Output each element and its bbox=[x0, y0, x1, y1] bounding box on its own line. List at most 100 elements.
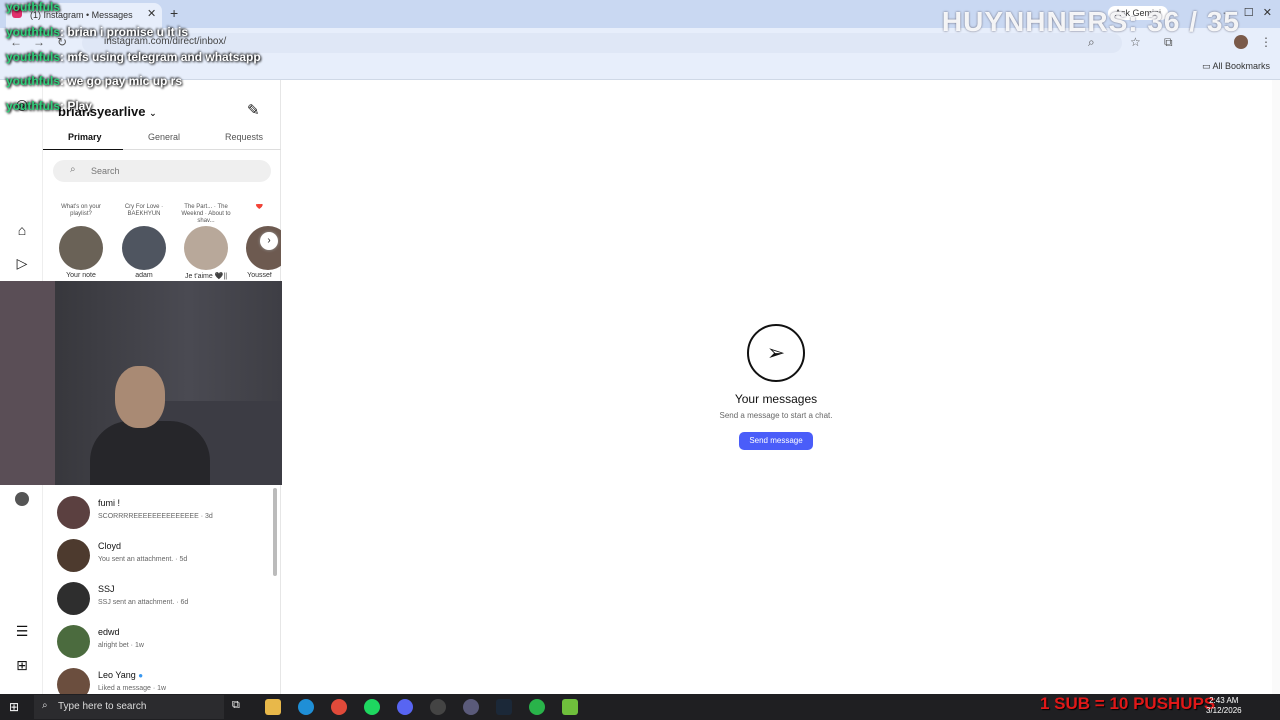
avatar bbox=[122, 226, 166, 270]
search-input[interactable]: Search bbox=[53, 160, 271, 182]
verified-badge-icon: ● bbox=[138, 671, 144, 680]
steam-icon[interactable] bbox=[496, 699, 512, 715]
scrollbar[interactable] bbox=[273, 488, 277, 576]
avatar bbox=[57, 582, 90, 615]
conversation-name: fumi ! bbox=[98, 498, 121, 508]
list-item[interactable]: Cloyd You sent an attachment. · 5d bbox=[57, 539, 272, 579]
tab-close-icon[interactable]: ✕ bbox=[147, 7, 156, 20]
active-tab-indicator bbox=[43, 149, 123, 150]
all-bookmarks-label: All Bookmarks bbox=[1212, 61, 1270, 71]
main-pane bbox=[282, 80, 1272, 694]
conversation-preview: You sent an attachment. · 5d bbox=[98, 556, 188, 563]
note-bubble: What's on your playlist? bbox=[61, 204, 101, 217]
chat-username: youthfuls bbox=[6, 74, 60, 88]
new-tab-icon[interactable]: + bbox=[170, 5, 178, 21]
follower-counter: HUYNHNERS: 36 / 35 bbox=[941, 6, 1240, 37]
menu-dots-icon[interactable]: ⋮ bbox=[1260, 35, 1272, 49]
list-item[interactable]: fumi ! SCORRRREEEEEEEEEEEEEE · 3d bbox=[57, 496, 272, 536]
app-icon[interactable] bbox=[529, 699, 545, 715]
tab-divider bbox=[123, 149, 281, 150]
send-message-button[interactable]: Send message bbox=[739, 432, 813, 450]
conversation-preview: alright bet · 1w bbox=[98, 642, 144, 649]
chat-text: : Play bbox=[60, 99, 93, 113]
chat-username: youthfuls bbox=[6, 99, 60, 113]
messenger-send-icon: ➢ bbox=[747, 324, 805, 382]
chat-text: : we go pay mic up rs bbox=[60, 74, 183, 88]
note-name: Your note bbox=[66, 272, 96, 279]
search-icon: ⌕ bbox=[42, 700, 48, 711]
file-explorer-icon[interactable] bbox=[265, 699, 281, 715]
conversation-name: SSJ bbox=[98, 584, 115, 594]
note-bubble: ❤️ bbox=[255, 204, 264, 210]
tab-general[interactable]: General bbox=[148, 132, 180, 142]
empty-state-subtitle: Send a message to start a chat. bbox=[719, 411, 833, 420]
avatar bbox=[184, 226, 228, 270]
note-bubble: The Part... · The Weeknd · About to shav… bbox=[181, 204, 231, 224]
note-name: Je t'aime 🖤|| bbox=[184, 273, 228, 280]
conversation-preview: Liked a message · 1w bbox=[98, 685, 167, 692]
avatar bbox=[57, 539, 90, 572]
sub-goal-overlay: 1 SUB = 10 PUSHUPS bbox=[1040, 694, 1216, 713]
chrome-icon[interactable] bbox=[331, 699, 347, 715]
chat-message: youthfuls: mfs using telegram and whatsa… bbox=[6, 50, 261, 64]
list-item[interactable]: Leo Yang ● Liked a message · 1w bbox=[57, 668, 272, 694]
spotify-icon[interactable] bbox=[364, 699, 380, 715]
avatar bbox=[57, 496, 90, 529]
windows-start-icon[interactable]: ⊞ bbox=[9, 700, 19, 714]
webcam-overlay bbox=[0, 281, 314, 485]
conversation-preview: SSJ sent an attachment. · 6d bbox=[98, 599, 189, 606]
webcam-poster bbox=[0, 281, 55, 485]
chat-text: : mfs using telegram and whatsapp bbox=[60, 50, 261, 64]
profile-icon[interactable] bbox=[15, 492, 29, 506]
chevron-down-icon: ⌄ bbox=[149, 108, 157, 118]
chat-username: youthfuls bbox=[6, 25, 60, 39]
list-item[interactable]: SSJ SSJ sent an attachment. · 6d bbox=[57, 582, 272, 622]
tab-requests[interactable]: Requests bbox=[225, 132, 263, 142]
chevron-right-icon[interactable]: › bbox=[260, 232, 278, 250]
note-story[interactable]: Cry For Love · BAEKHYUN adam bbox=[114, 204, 174, 279]
note-story[interactable]: What's on your playlist? Your note bbox=[51, 204, 111, 279]
conversation-name: edwd bbox=[98, 627, 120, 637]
note-story[interactable]: The Part... · The Weeknd · About to shav… bbox=[176, 204, 236, 280]
minecraft-icon[interactable] bbox=[562, 699, 578, 715]
chat-message: youthfuls: brian i promise u it is bbox=[6, 25, 188, 39]
chat-message: youthfuls: we go pay mic up rs bbox=[6, 74, 182, 88]
search-icon: ⌕ bbox=[70, 164, 76, 175]
conversation-name-text: Leo Yang bbox=[98, 670, 136, 680]
avatar bbox=[57, 625, 90, 658]
app-icon[interactable] bbox=[463, 699, 479, 715]
page-scrollbar[interactable] bbox=[1272, 80, 1280, 694]
folder-icon: ▭ bbox=[1201, 61, 1213, 71]
task-view-icon[interactable]: ⧉ bbox=[232, 699, 248, 715]
edge-icon[interactable] bbox=[298, 699, 314, 715]
chat-username: youthfuls bbox=[6, 0, 60, 14]
note-bubble: Cry For Love · BAEKHYUN bbox=[124, 204, 164, 217]
conversation-name: Leo Yang ● bbox=[98, 670, 143, 680]
discord-icon[interactable] bbox=[397, 699, 413, 715]
taskbar-search-input[interactable]: Type here to search bbox=[34, 695, 224, 719]
obs-icon[interactable] bbox=[430, 699, 446, 715]
chat-message: youthfuls: Play bbox=[6, 99, 92, 113]
note-name: adam bbox=[135, 272, 153, 279]
more-menu-icon[interactable]: ☰ bbox=[13, 623, 31, 640]
all-bookmarks-button[interactable]: ▭ All Bookmarks bbox=[1202, 61, 1270, 72]
home-icon[interactable]: ⌂ bbox=[13, 222, 31, 238]
avatar bbox=[59, 226, 103, 270]
note-name: Youssef bbox=[247, 272, 272, 279]
clock-date: 3/12/2026 bbox=[1206, 706, 1242, 715]
new-message-icon[interactable]: ✎ bbox=[247, 101, 260, 119]
webcam-streamer-head bbox=[115, 366, 165, 428]
tab-primary[interactable]: Primary bbox=[68, 132, 102, 142]
conversation-name: Cloyd bbox=[98, 541, 122, 551]
webcam-streamer-body bbox=[90, 421, 210, 485]
chat-username: youthfuls bbox=[6, 50, 60, 64]
reels-icon[interactable]: ▷ bbox=[13, 255, 31, 272]
also-from-meta-icon[interactable]: ⊞ bbox=[13, 657, 31, 674]
conversation-preview: SCORRRREEEEEEEEEEEEEE · 3d bbox=[98, 513, 213, 520]
list-item[interactable]: edwd alright bet · 1w bbox=[57, 625, 272, 665]
avatar bbox=[57, 668, 90, 694]
taskbar-clock[interactable]: 2:43 AM 3/12/2026 bbox=[1206, 696, 1242, 716]
chat-text: : brian i promise u it is bbox=[60, 25, 189, 39]
chat-message: youthfuls bbox=[6, 0, 60, 14]
empty-state-title: Your messages bbox=[734, 392, 818, 406]
